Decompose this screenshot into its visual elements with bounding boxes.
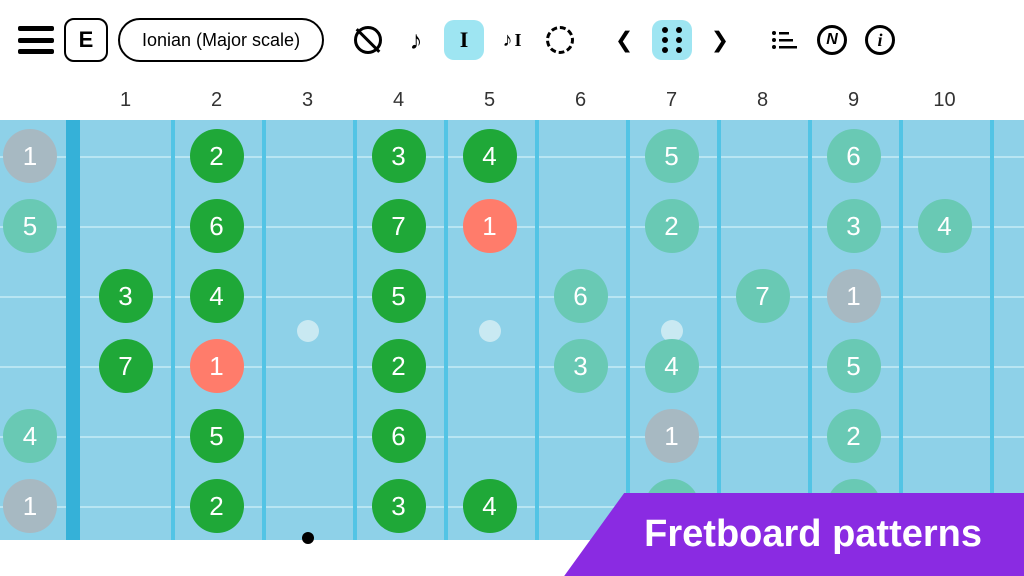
note-dot[interactable]: 6 xyxy=(554,269,608,323)
fret-label: 4 xyxy=(353,89,444,112)
note-dot[interactable]: 3 xyxy=(372,479,426,533)
list-icon[interactable] xyxy=(764,20,804,60)
note-dot[interactable]: 7 xyxy=(99,339,153,393)
fret-line xyxy=(717,120,721,540)
note-dot[interactable]: 5 xyxy=(827,339,881,393)
note-dot[interactable]: 4 xyxy=(463,479,517,533)
promo-banner: Fretboard patterns xyxy=(564,493,1024,576)
interval-mode-icon[interactable]: I xyxy=(444,20,484,60)
note-dot[interactable]: 7 xyxy=(372,199,426,253)
note-dot[interactable]: 2 xyxy=(827,409,881,463)
note-interval-mode-icon[interactable]: ♪I xyxy=(492,20,532,60)
scale-selector[interactable]: Ionian (Major scale) xyxy=(118,18,324,62)
note-dot[interactable]: 5 xyxy=(3,199,57,253)
note-dot[interactable]: 4 xyxy=(463,129,517,183)
fret-label: 6 xyxy=(535,89,626,112)
key-selector[interactable]: E xyxy=(64,18,108,62)
fret-label: 10 xyxy=(899,89,990,112)
fret-line xyxy=(990,120,994,540)
fret-number-row: 12345678910 xyxy=(0,80,1024,120)
note-dot[interactable]: 1 xyxy=(645,409,699,463)
fret-line xyxy=(444,120,448,540)
note-dot[interactable]: 2 xyxy=(372,339,426,393)
note-mode-icon[interactable]: ♪ xyxy=(396,20,436,60)
note-dot[interactable]: 3 xyxy=(372,129,426,183)
inlay-marker xyxy=(479,320,501,342)
note-dot[interactable]: 5 xyxy=(645,129,699,183)
empty-circle-icon[interactable] xyxy=(348,20,388,60)
note-dot[interactable]: 2 xyxy=(645,199,699,253)
note-dot[interactable]: 1 xyxy=(827,269,881,323)
inlay-marker xyxy=(297,320,319,342)
fret-line xyxy=(171,120,175,540)
menu-icon[interactable] xyxy=(18,26,54,54)
fret-label: 2 xyxy=(171,89,262,112)
note-dot[interactable]: 6 xyxy=(372,409,426,463)
note-dot[interactable]: 3 xyxy=(99,269,153,323)
note-dot[interactable]: 3 xyxy=(827,199,881,253)
fret-line xyxy=(899,120,903,540)
note-dot[interactable]: 3 xyxy=(554,339,608,393)
display-mode-group: ♪ I ♪I xyxy=(348,20,580,60)
note-dot[interactable]: 7 xyxy=(736,269,790,323)
note-dot[interactable]: 1 xyxy=(3,479,57,533)
note-dot[interactable]: 6 xyxy=(827,129,881,183)
note-dot[interactable]: 4 xyxy=(645,339,699,393)
fret-label: 3 xyxy=(262,89,353,112)
note-dot[interactable]: 1 xyxy=(463,199,517,253)
fretboard[interactable]: 154137264152375263414635241576315264 xyxy=(0,120,1024,540)
note-name-toggle[interactable]: N xyxy=(812,20,852,60)
fret-line xyxy=(353,120,357,540)
fret-line xyxy=(808,120,812,540)
fret-line xyxy=(626,120,630,540)
note-dot[interactable]: 5 xyxy=(372,269,426,323)
fret-label: 8 xyxy=(717,89,808,112)
note-dot[interactable]: 2 xyxy=(190,479,244,533)
fret-label: 9 xyxy=(808,89,899,112)
random-pattern-button[interactable] xyxy=(652,20,692,60)
fret-line xyxy=(262,120,266,540)
pattern-nav-group: ❮ ❯ xyxy=(604,20,740,60)
fret-label: 1 xyxy=(80,89,171,112)
note-dot[interactable]: 6 xyxy=(190,199,244,253)
nut xyxy=(66,120,80,540)
note-dot[interactable]: 2 xyxy=(190,129,244,183)
note-dot[interactable]: 4 xyxy=(918,199,972,253)
toolbar: E Ionian (Major scale) ♪ I ♪I ❮ ❯ N i xyxy=(0,0,1024,80)
next-pattern-button[interactable]: ❯ xyxy=(700,20,740,60)
note-dot[interactable]: 1 xyxy=(3,129,57,183)
note-dot[interactable]: 1 xyxy=(190,339,244,393)
note-dot[interactable]: 5 xyxy=(190,409,244,463)
fret-label: 7 xyxy=(626,89,717,112)
info-button[interactable]: i xyxy=(860,20,900,60)
prev-pattern-button[interactable]: ❮ xyxy=(604,20,644,60)
note-dot[interactable]: 4 xyxy=(190,269,244,323)
fret-position-marker xyxy=(302,532,314,544)
right-tools-group: N i xyxy=(764,20,900,60)
dashed-circle-icon[interactable] xyxy=(540,20,580,60)
note-dot[interactable]: 4 xyxy=(3,409,57,463)
fret-label: 5 xyxy=(444,89,535,112)
fret-line xyxy=(535,120,539,540)
